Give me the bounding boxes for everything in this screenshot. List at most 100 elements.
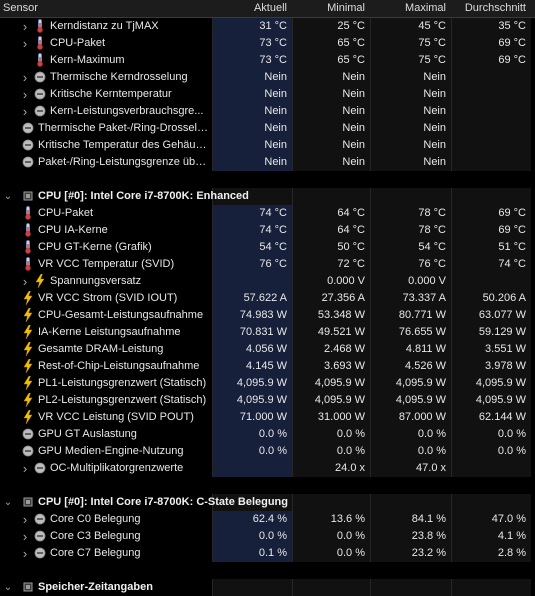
thermometer-icon: [22, 257, 34, 271]
value-durchschnitt: 47.0 %: [491, 513, 526, 525]
section-header[interactable]: ⌄ CPU [#0]: Intel Core i7-8700K: C-State …: [0, 494, 535, 511]
value-maximal: 4,095.9 W: [395, 394, 446, 406]
sensor-row[interactable]: › Spannungsversatz 0.000 V 0.000 V: [0, 273, 535, 290]
value-minimal: 64 °C: [337, 224, 365, 236]
collapse-chevron-icon[interactable]: ⌄: [3, 188, 13, 205]
sensor-label: Rest-of-Chip-Leistungsaufnahme: [38, 360, 200, 372]
expand-chevron-icon[interactable]: ›: [20, 545, 30, 562]
value-aktuell: Nein: [264, 156, 287, 168]
sensor-row[interactable]: Gesamte DRAM-Leistung 4.056 W 2.468 W 4.811…: [0, 341, 535, 358]
status-circle-icon: [34, 70, 46, 84]
sensor-row[interactable]: › CPU-Paket 73 °C 65 °C 75 °C 69 °C: [0, 35, 535, 52]
value-minimal: 0.0 %: [336, 445, 365, 457]
value-durchschnitt: [451, 103, 526, 120]
sensor-row[interactable]: › Kritische Kerntemperatur Nein Nein Nein: [0, 86, 535, 103]
sensor-row[interactable]: CPU-Paket 74 °C 64 °C 78 °C 69 °C: [0, 205, 535, 222]
section-header[interactable]: ⌄ Speicher-Zeitangaben: [0, 579, 535, 596]
expand-chevron-icon[interactable]: ›: [20, 528, 30, 545]
sensor-row[interactable]: › OC-Multiplikatorgrenzwerte 24.0 x 47.0 x: [0, 460, 535, 477]
expand-chevron-icon[interactable]: ›: [20, 35, 30, 52]
value-minimal: 2.468 W: [324, 343, 365, 355]
sensor-row[interactable]: Rest-of-Chip-Leistungsaufnahme 4.145 W 3.6…: [0, 358, 535, 375]
value-durchschnitt: [451, 86, 526, 103]
sensor-row[interactable]: › Core C7 Belegung 0.1 % 0.0 % 23.2 % 2.8 %: [0, 545, 535, 562]
value-durchschnitt: [451, 137, 526, 154]
header-minimal[interactable]: Minimal: [292, 0, 365, 17]
section-label: CPU [#0]: Intel Core i7-8700K: Enhanced: [38, 190, 249, 202]
header-durchschnitt[interactable]: Durchschnitt: [451, 0, 526, 17]
sensor-row[interactable]: Kern-Maximum 73 °C 65 °C 75 °C 69 °C: [0, 52, 535, 69]
value-aktuell: 4,095.9 W: [236, 394, 287, 406]
sensor-row[interactable]: › Kern-Leistungsverbrauchsgre... Nein Nein N…: [0, 103, 535, 120]
value-aktuell: 31 °C: [259, 20, 287, 32]
lightning-icon: [22, 291, 34, 305]
sensor-label: IA-Kerne Leistungsaufnahme: [38, 326, 181, 338]
expand-chevron-icon[interactable]: ›: [20, 273, 30, 290]
collapse-chevron-icon[interactable]: ⌄: [3, 494, 13, 511]
value-durchschnitt: 4.1 %: [497, 530, 526, 542]
value-minimal: 25 °C: [337, 20, 365, 32]
header-aktuell[interactable]: Aktuell: [212, 0, 287, 17]
value-durchschnitt: 35 °C: [498, 20, 526, 32]
thermometer-icon: [22, 223, 34, 237]
sensor-row[interactable]: PL2-Leistungsgrenzwert (Statisch) 4,095.9…: [0, 392, 535, 409]
value-durchschnitt: 69 °C: [498, 37, 526, 49]
expand-chevron-icon[interactable]: ›: [20, 103, 30, 120]
value-minimal: 49.521 W: [317, 326, 365, 338]
sensor-row[interactable]: › Core C3 Belegung 0.0 % 0.0 % 23.8 % 4.1 %: [0, 528, 535, 545]
sensor-row[interactable]: VR VCC Temperatur (SVID) 76 °C 72 °C 76 °C 7…: [0, 256, 535, 273]
sensor-row[interactable]: GPU GT Auslastung 0.0 % 0.0 % 0.0 % 0.0 %: [0, 426, 535, 443]
expand-chevron-icon[interactable]: ›: [20, 460, 30, 477]
lightning-icon: [22, 376, 34, 390]
sensor-row[interactable]: › Thermische Kerndrosselung Nein Nein Nein: [0, 69, 535, 86]
value-maximal: 23.2 %: [411, 547, 446, 559]
value-maximal: 87.000 W: [398, 411, 446, 423]
expand-chevron-icon[interactable]: ›: [20, 86, 30, 103]
sensor-row[interactable]: CPU-Gesamt-Leistungsaufnahme 74.983 W 53.3…: [0, 307, 535, 324]
sensor-row[interactable]: › Kerndistanz zu TjMAX 31 °C 25 °C 45 °C 35 °…: [0, 18, 535, 35]
sensor-row[interactable]: Thermische Paket-/Ring-Drosselung Nein Nei…: [0, 120, 535, 137]
sensor-row[interactable]: Kritische Temperatur des Gehäus... Nein Ne…: [0, 137, 535, 154]
header-sensor[interactable]: Sensor: [3, 0, 38, 17]
cpu-chip-icon: [22, 189, 34, 203]
lightning-icon: [34, 274, 46, 288]
value-minimal: Nein: [342, 88, 365, 100]
sensor-label: Kerndistanz zu TjMAX: [50, 20, 159, 32]
sensor-row[interactable]: CPU IA-Kerne 74 °C 64 °C 78 °C 69 °C: [0, 222, 535, 239]
collapse-chevron-icon[interactable]: ⌄: [3, 579, 13, 596]
sensor-row[interactable]: GPU Medien-Engine-Nutzung 0.0 % 0.0 % 0.0 %…: [0, 443, 535, 460]
value-minimal: 65 °C: [337, 37, 365, 49]
section-header[interactable]: ⌄ CPU [#0]: Intel Core i7-8700K: Enhanced: [0, 188, 535, 205]
value-minimal: 53.348 W: [317, 309, 365, 321]
value-maximal: 0.0 %: [417, 428, 446, 440]
expand-chevron-icon[interactable]: ›: [20, 18, 30, 35]
sensor-row[interactable]: CPU GT-Kerne (Grafik) 54 °C 50 °C 54 °C 51 °…: [0, 239, 535, 256]
value-maximal: 76 °C: [418, 258, 446, 270]
value-aktuell: [212, 273, 287, 290]
value-maximal: 4.811 W: [405, 343, 446, 355]
sensor-row[interactable]: › Core C0 Belegung 62.4 % 13.6 % 84.1 % 47.0 …: [0, 511, 535, 528]
value-maximal: 0.000 V: [408, 275, 446, 287]
sensor-row[interactable]: PL1-Leistungsgrenzwert (Statisch) 4,095.9…: [0, 375, 535, 392]
group-separator: [0, 477, 535, 494]
value-minimal: 31.000 W: [317, 411, 365, 423]
value-durchschnitt: 69 °C: [498, 54, 526, 66]
value-aktuell: Nein: [264, 105, 287, 117]
value-aktuell: Nein: [264, 88, 287, 100]
value-minimal: 0.0 %: [336, 547, 365, 559]
sensor-label: CPU-Paket: [38, 207, 94, 219]
value-maximal: 80.771 W: [398, 309, 446, 321]
expand-chevron-icon[interactable]: ›: [20, 511, 30, 528]
header-maximal[interactable]: Maximal: [370, 0, 446, 17]
sensor-row[interactable]: IA-Kerne Leistungsaufnahme 70.831 W 49.521…: [0, 324, 535, 341]
value-minimal: 64 °C: [337, 207, 365, 219]
value-durchschnitt: 59.129 W: [478, 326, 526, 338]
value-aktuell: 0.1 %: [258, 547, 287, 559]
value-durchschnitt: 69 °C: [498, 207, 526, 219]
sensor-row[interactable]: Paket-/Ring-Leistungsgrenze übe... Nein Ne…: [0, 154, 535, 171]
expand-chevron-icon[interactable]: ›: [20, 69, 30, 86]
sensor-label: Kritische Kerntemperatur: [50, 88, 172, 100]
sensor-label: VR VCC Leistung (SVID POUT): [38, 411, 194, 423]
sensor-row[interactable]: VR VCC Strom (SVID IOUT) 57.622 A 27.356 A…: [0, 290, 535, 307]
sensor-row[interactable]: VR VCC Leistung (SVID POUT) 71.000 W 31.00…: [0, 409, 535, 426]
